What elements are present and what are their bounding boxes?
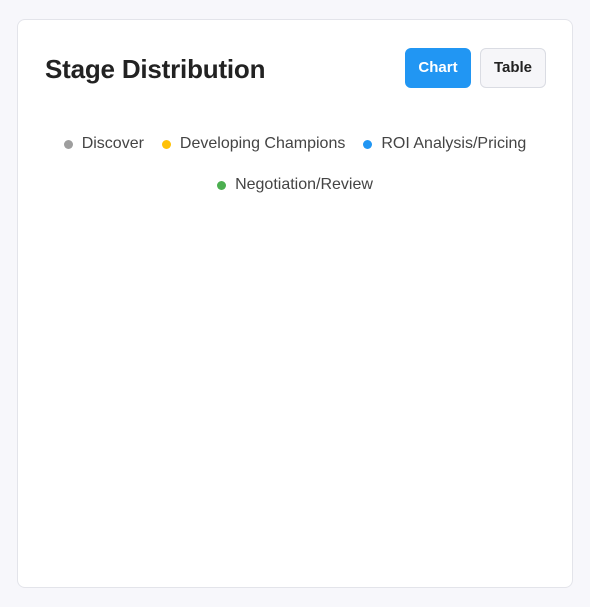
legend-dot-developing-champions: [161, 139, 171, 149]
chart-legend: Discover Developing Champions ROI Analys…: [58, 132, 532, 197]
card-title: Stage Distribution: [45, 54, 266, 84]
legend-label: Developing Champions: [179, 135, 346, 152]
table-view-button[interactable]: Table: [480, 48, 546, 88]
legend-label: Discover: [81, 135, 144, 152]
legend-dot-roi-analysis-pricing: [363, 139, 373, 149]
legend-dot-negotiation-review: [217, 180, 227, 190]
legend-dot-discover: [63, 139, 73, 149]
view-toggle: Chart Table: [405, 48, 546, 88]
legend-item-developing-champions[interactable]: Developing Champions: [161, 132, 346, 156]
chart-area: [45, 220, 545, 567]
legend-label: ROI Analysis/Pricing: [381, 135, 527, 152]
legend-label: Negotiation/Review: [235, 176, 373, 193]
legend-item-negotiation-review[interactable]: Negotiation/Review: [217, 173, 373, 197]
legend-item-discover[interactable]: Discover: [63, 132, 144, 156]
chart-view-button[interactable]: Chart: [405, 48, 471, 88]
stage-distribution-card: Stage Distribution Chart Table Discover …: [17, 19, 573, 588]
legend-item-roi-analysis-pricing[interactable]: ROI Analysis/Pricing: [363, 132, 526, 156]
